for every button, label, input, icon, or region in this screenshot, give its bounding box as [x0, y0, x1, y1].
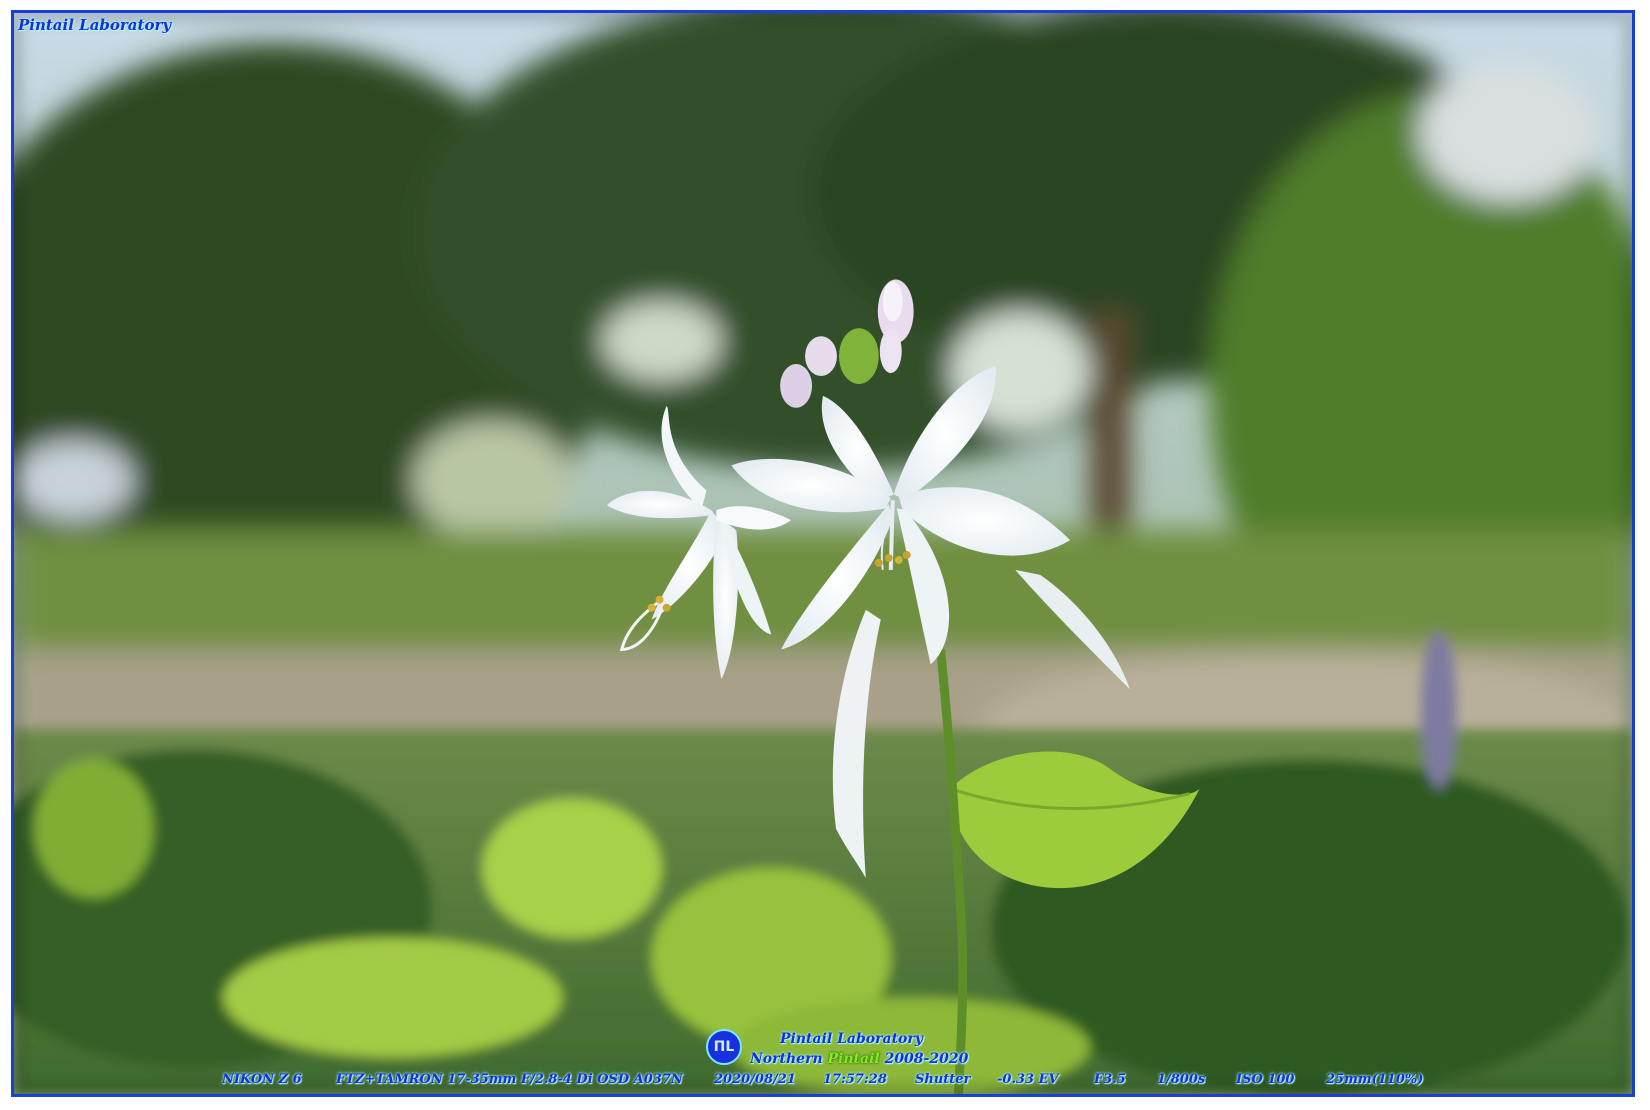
exif-shutter: 1/800s	[1157, 1072, 1206, 1087]
exif-ev: -0.33 EV	[997, 1072, 1059, 1087]
exif-aperture: F3.5	[1094, 1072, 1126, 1087]
logo-subtitle-emphasis: Pintail	[827, 1051, 880, 1067]
logo-subtitle-prefix: Northern	[750, 1051, 828, 1067]
exif-focal: 25mm(110%)	[1326, 1072, 1424, 1087]
logo-title: Pintail Laboratory	[780, 1031, 923, 1047]
exif-date: 2020/08/21	[714, 1072, 796, 1087]
photo-frame	[11, 10, 1635, 1097]
watermark-top: Pintail Laboratory	[18, 16, 172, 34]
exif-time: 17:57:28	[823, 1072, 887, 1087]
exif-camera: NIKON Z 6	[222, 1072, 302, 1087]
exif-mode: Shutter	[915, 1072, 971, 1087]
logo-subtitle: Northern Pintail 2008-2020	[750, 1051, 968, 1067]
pintail-logo-icon: ΠL	[706, 1029, 742, 1065]
exif-iso: ISO 100	[1236, 1072, 1295, 1087]
hosta-flower-photo	[14, 13, 1632, 1094]
exif-lens: FTZ+TAMRON 17-35mm F/2.8-4 Di OSD A037N	[336, 1072, 683, 1087]
logo-subtitle-suffix: 2008-2020	[879, 1051, 969, 1067]
